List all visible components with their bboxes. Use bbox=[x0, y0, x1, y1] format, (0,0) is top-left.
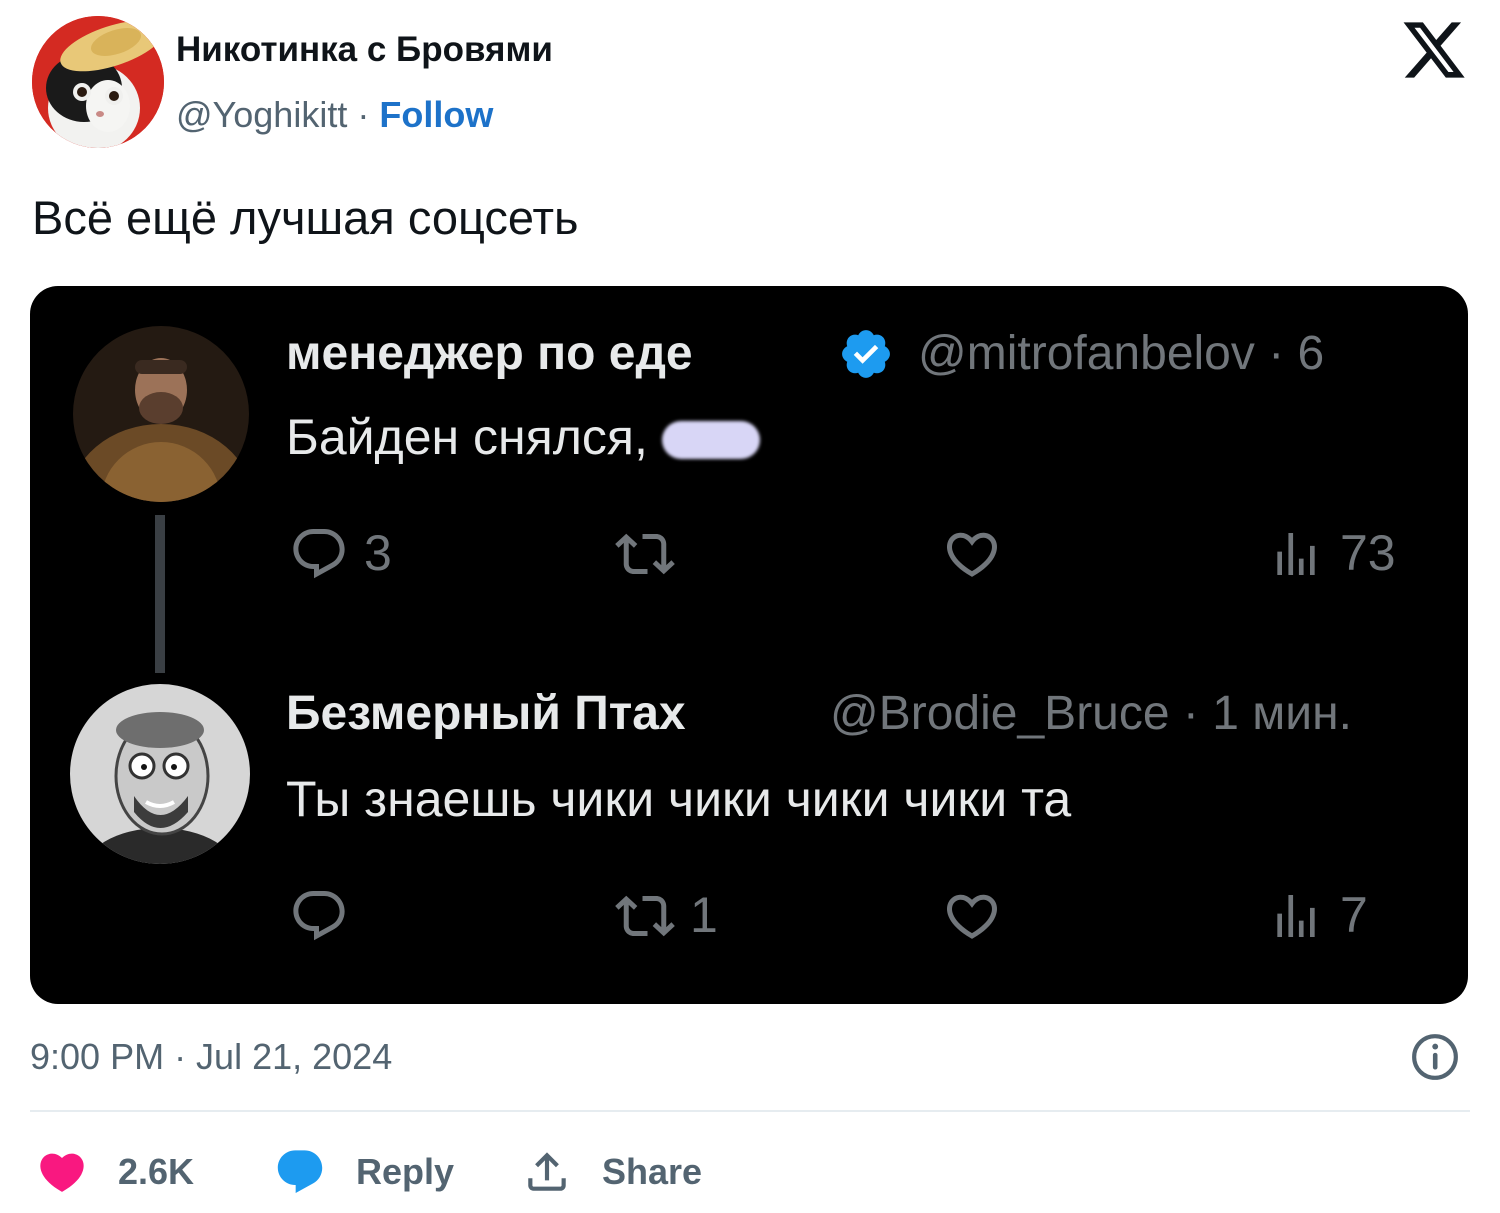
views-icon[interactable] bbox=[1268, 524, 1324, 584]
handle-row: @Yoghikitt · Follow bbox=[176, 94, 493, 136]
author-avatar[interactable] bbox=[32, 16, 164, 148]
x-logo-icon[interactable] bbox=[1400, 16, 1468, 84]
cat-avatar-image bbox=[32, 16, 164, 148]
post1-views-count: 73 bbox=[1340, 525, 1396, 581]
views-icon[interactable] bbox=[1268, 886, 1324, 946]
post1-text-main: Байден снялся, bbox=[286, 409, 662, 465]
info-icon[interactable] bbox=[1410, 1032, 1460, 1082]
thread-connector-line bbox=[155, 515, 165, 673]
like-icon[interactable] bbox=[940, 524, 1004, 584]
follow-link[interactable]: Follow bbox=[379, 94, 493, 135]
tweet-timestamp[interactable]: 9:00 PM · Jul 21, 2024 bbox=[30, 1036, 392, 1078]
comment-icon[interactable] bbox=[286, 886, 352, 946]
tweet-media-screenshot[interactable]: менеджер по еде @mitrofanbelov · 6 Байде… bbox=[30, 286, 1468, 1004]
post2-retweet-count: 1 bbox=[690, 887, 718, 943]
share-label: Share bbox=[602, 1151, 703, 1192]
reply-label: Reply bbox=[356, 1151, 455, 1192]
post1-author-name: менеджер по еде bbox=[286, 327, 693, 380]
retweet-icon[interactable] bbox=[610, 524, 680, 584]
reply-bubble-icon bbox=[277, 1150, 323, 1194]
tweet-text: Всё ещё лучшая соцсеть bbox=[32, 191, 579, 244]
post1-handle-time: @mitrofanbelov · 6 bbox=[918, 327, 1325, 380]
post2-author-name: Безмерный Птах bbox=[286, 687, 686, 740]
share-icon bbox=[528, 1152, 566, 1191]
post2-avatar bbox=[70, 684, 250, 864]
like-action[interactable]: 2.6K bbox=[34, 1140, 194, 1204]
verified-badge-icon bbox=[842, 330, 890, 378]
reply-action[interactable]: Reply bbox=[272, 1140, 454, 1204]
footer-divider bbox=[30, 1110, 1470, 1112]
share-action[interactable]: Share bbox=[522, 1140, 702, 1204]
retweet-icon[interactable] bbox=[610, 886, 680, 946]
comment-icon[interactable] bbox=[286, 524, 352, 584]
author-handle[interactable]: @Yoghikitt bbox=[176, 94, 347, 135]
author-name[interactable]: Никотинка с Бровями bbox=[176, 30, 553, 70]
post2-text: Ты знаешь чики чики чики чики та bbox=[286, 771, 1072, 827]
heart-icon bbox=[40, 1153, 84, 1192]
post1-reply-count: 3 bbox=[364, 525, 392, 581]
like-count: 2.6K bbox=[118, 1151, 195, 1192]
handle-separator: · bbox=[357, 94, 370, 135]
post2-handle-time: @Brodie_Bruce · 1 мин. bbox=[830, 687, 1352, 740]
post2-views-count: 7 bbox=[1340, 887, 1368, 943]
post1-avatar bbox=[73, 326, 249, 502]
post1-text: Байден снялся, обоже bbox=[286, 408, 761, 466]
post1-redacted-word: обоже bbox=[661, 421, 761, 460]
like-icon[interactable] bbox=[940, 886, 1004, 946]
